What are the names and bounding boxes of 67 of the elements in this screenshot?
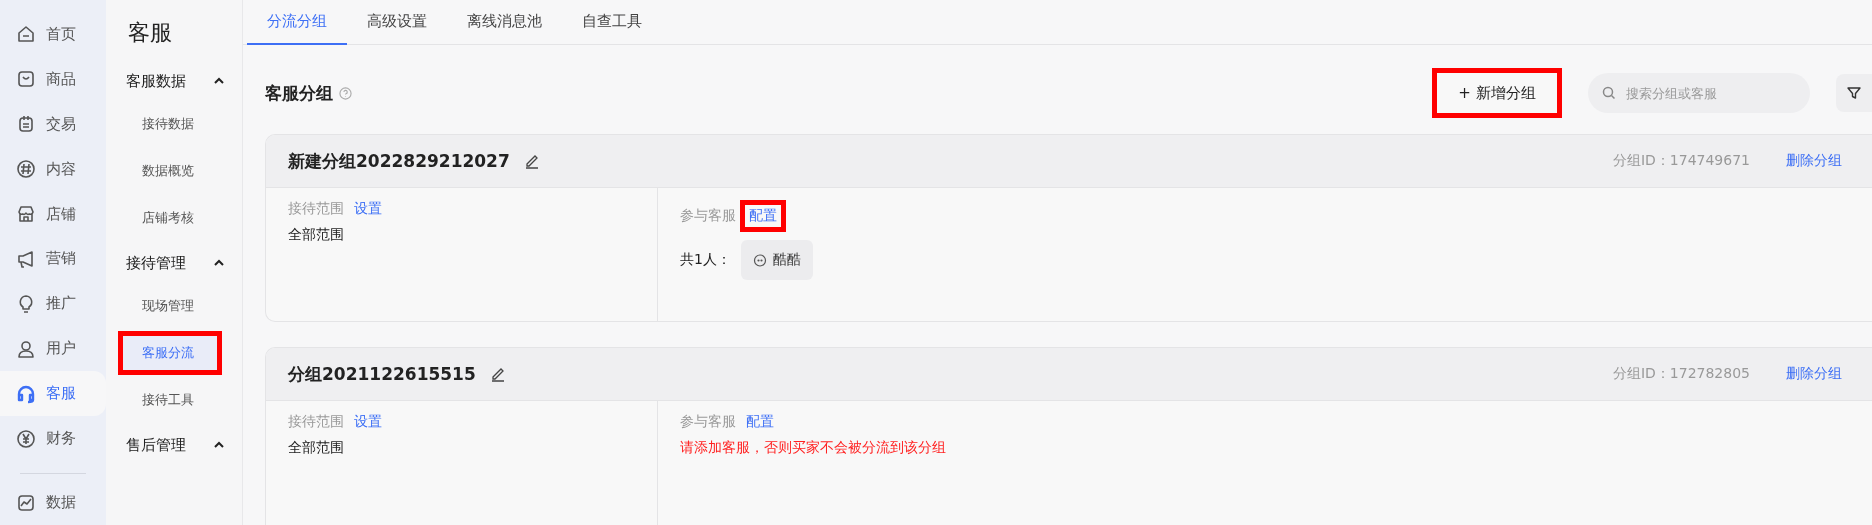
nav-section-header[interactable]: 接待管理 [106, 248, 242, 278]
field-label: 接待范围 [288, 413, 344, 431]
nav-item[interactable]: 数据概览 [118, 149, 232, 193]
rail-nav-item[interactable]: 交易 [0, 101, 106, 147]
tab[interactable]: 分流分组 [247, 0, 347, 45]
page-heading: 客服分组 [265, 81, 333, 105]
chevron-icon [214, 259, 224, 267]
chart-icon [16, 492, 36, 513]
delete-group-link[interactable]: 删除分组 [1786, 365, 1842, 383]
configure-link[interactable]: 配置 [746, 413, 774, 431]
filter-icon [1847, 86, 1861, 100]
pencil-icon[interactable] [489, 366, 506, 382]
group-name: 新建分组2022829212027 [288, 149, 510, 173]
headset-icon [16, 383, 36, 404]
tab[interactable]: 离线消息池 [447, 0, 562, 45]
bulb-icon [16, 293, 36, 314]
yen-icon [16, 428, 36, 449]
nav-item[interactable]: 接待数据 [118, 102, 232, 146]
agent-chip: 酷酷 [740, 240, 813, 280]
search-icon [1602, 86, 1616, 100]
rail-nav-item[interactable]: 客服 [0, 371, 106, 417]
settings-link[interactable]: 设置 [354, 200, 382, 218]
rail-nav-item[interactable]: 内容 [0, 146, 106, 192]
group-id: 分组ID：172782805 [1612, 365, 1750, 383]
section-title: 客服 [127, 19, 173, 47]
agent-count: 共1人： [680, 251, 731, 269]
settings-link[interactable]: 设置 [354, 413, 382, 431]
nav-item[interactable]: 现场管理 [118, 284, 232, 328]
new-group-button[interactable]: + 新增分组 [1432, 68, 1562, 118]
tab[interactable]: 自查工具 [562, 0, 662, 45]
megaphone-icon [16, 249, 36, 269]
user-icon [16, 338, 36, 359]
rail-nav-item[interactable]: 营销 [0, 236, 106, 282]
rail-nav-item[interactable]: 用户 [0, 326, 106, 372]
nav-item[interactable]: 接待工具 [118, 378, 232, 422]
clipboard-icon [16, 114, 36, 135]
delete-group-link[interactable]: 删除分组 [1786, 152, 1842, 170]
scope-value: 全部范围 [288, 439, 345, 457]
nav-section-header[interactable]: 客服数据 [106, 66, 242, 96]
chevron-icon [214, 77, 224, 85]
group-id: 分组ID：174749671 [1612, 152, 1750, 170]
field-label: 接待范围 [288, 200, 344, 218]
rail-nav-item[interactable]: 财务 [0, 416, 106, 462]
rail-nav-item[interactable]: 首页 [0, 12, 106, 57]
avatar-icon [752, 253, 767, 267]
rail-nav-item[interactable]: 推广 [0, 281, 106, 327]
configure-link[interactable]: 配置 [740, 200, 786, 232]
group-name: 分组2021122615515 [288, 362, 476, 386]
pencil-icon[interactable] [523, 153, 540, 169]
rail-nav-item[interactable]: 商品 [0, 56, 106, 102]
filter-button[interactable] [1836, 74, 1872, 112]
search-field[interactable]: 搜索分组或客服 [1588, 73, 1810, 113]
chevron-icon [214, 441, 224, 449]
nav-item[interactable]: 客服分流 [118, 331, 222, 375]
rail-nav-item[interactable]: 数据 [0, 480, 106, 525]
rail-nav-item[interactable]: 店铺 [0, 191, 106, 237]
home-icon [16, 24, 36, 45]
warning-text: 请添加客服，否则买家不会被分流到该分组 [680, 439, 947, 457]
nav-item[interactable]: 店铺考核 [118, 196, 232, 240]
tab[interactable]: 高级设置 [347, 0, 447, 45]
hash-icon [16, 159, 36, 180]
scope-value: 全部范围 [288, 226, 345, 244]
nav-section-header[interactable]: 售后管理 [106, 430, 242, 460]
field-label: 参与客服 [680, 207, 736, 225]
bag-icon [16, 69, 36, 90]
store-icon [16, 204, 36, 225]
field-label: 参与客服 [680, 413, 736, 431]
